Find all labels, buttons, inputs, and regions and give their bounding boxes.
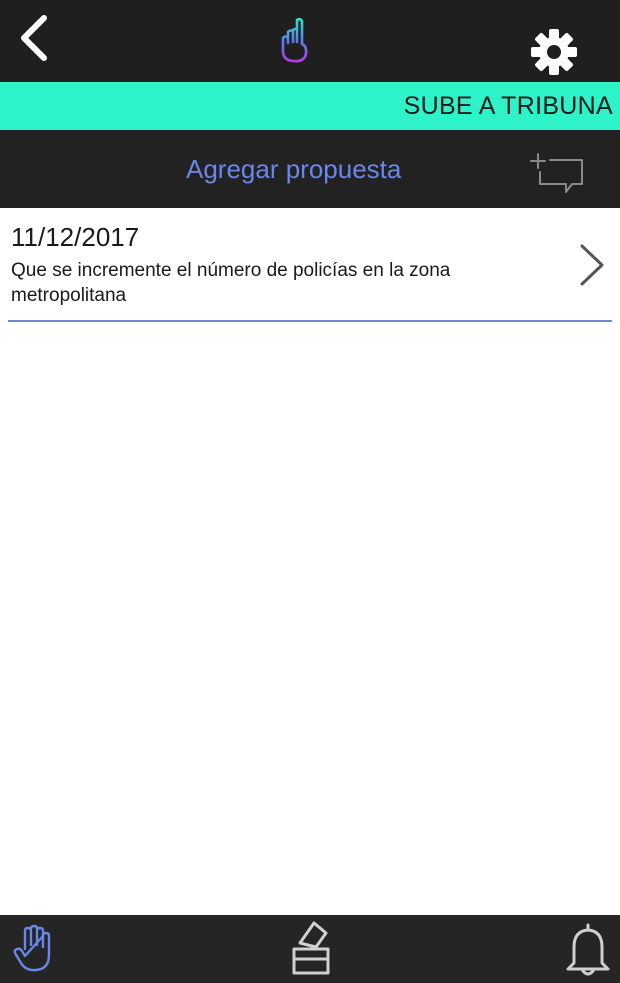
nav-vote-button[interactable] (284, 919, 338, 977)
nav-propose-button[interactable] (12, 923, 54, 975)
proposal-list: 11/12/2017 Que se incremente el número d… (0, 208, 620, 915)
add-proposal-button[interactable] (530, 152, 586, 198)
add-comment-icon (530, 153, 583, 193)
app-screen: SUBE A TRIBUNA Agregar propuesta 11/12/2… (0, 0, 620, 983)
top-bar (0, 0, 620, 82)
banner-title: SUBE A TRIBUNA (403, 92, 613, 120)
chevron-left-icon (21, 15, 47, 61)
ballot-box-icon (292, 921, 330, 975)
raised-hand-icon (13, 924, 51, 972)
settings-button[interactable] (528, 26, 580, 78)
app-logo (278, 16, 312, 64)
list-item[interactable]: 11/12/2017 Que se incremente el número d… (8, 208, 612, 322)
bottom-nav (0, 915, 620, 983)
gear-icon (531, 29, 577, 75)
add-proposal-link[interactable]: Agregar propuesta (186, 154, 401, 185)
bell-icon (566, 923, 610, 976)
section-banner: SUBE A TRIBUNA (0, 82, 620, 130)
chevron-right-icon (578, 242, 606, 288)
back-button[interactable] (14, 12, 58, 64)
nav-notifications-button[interactable] (562, 921, 614, 977)
action-bar: Agregar propuesta (0, 130, 620, 208)
proposal-text: Que se incremente el número de policías … (11, 260, 451, 306)
raised-finger-hand-logo (281, 17, 308, 63)
proposal-date: 11/12/2017 (11, 222, 140, 252)
